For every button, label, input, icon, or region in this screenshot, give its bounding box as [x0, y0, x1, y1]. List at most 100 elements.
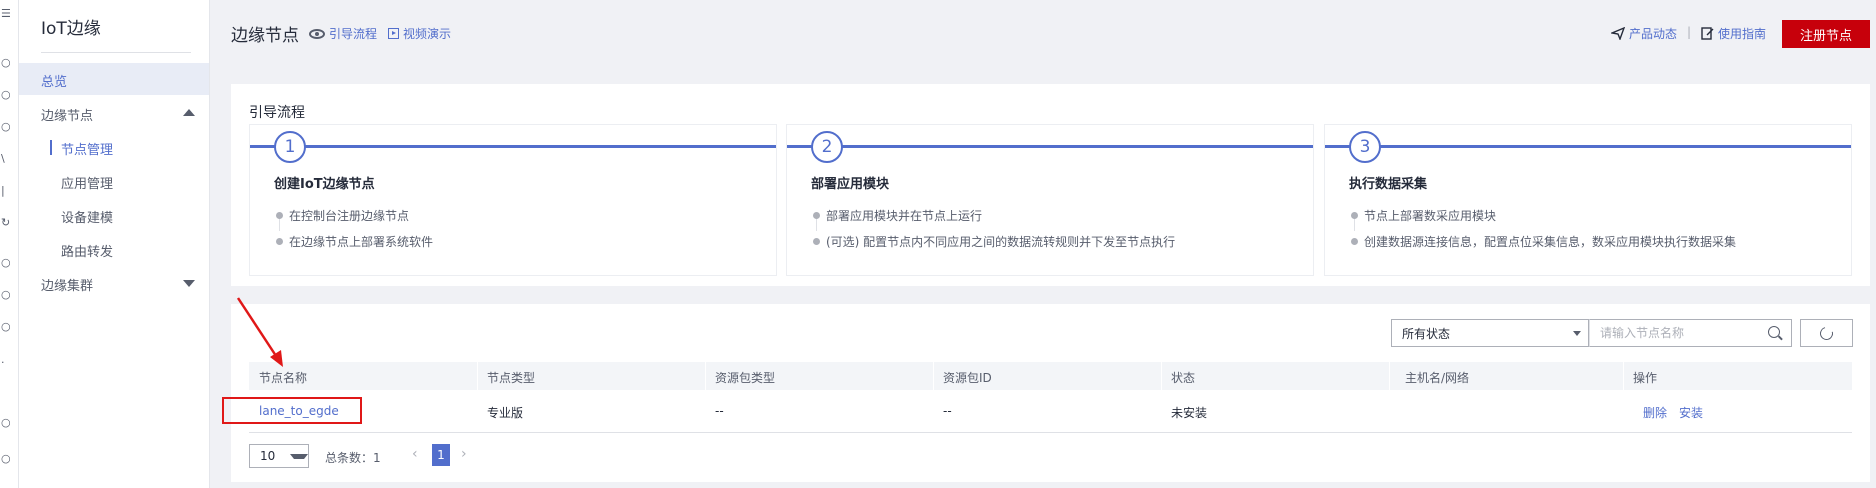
- bullet-dot: [276, 238, 283, 245]
- caret-down-icon: [290, 453, 308, 459]
- step-bullet: 创建数据源连接信息，配置点位采集信息，数采应用模块执行数据采集: [1351, 233, 1736, 250]
- product-news-label: 产品动态: [1629, 27, 1678, 41]
- total-count: 总条数：1: [325, 451, 381, 465]
- step-bullet-text: 在控制台注册边缘节点: [289, 209, 410, 223]
- guide-step-1: 1 创建IoT边缘节点 在控制台注册边缘节点 在边缘节点上部署系统软件: [249, 124, 777, 276]
- step-bullet: (可选) 配置节点内不同应用之间的数据流转规则并下发至节点执行: [813, 233, 1175, 250]
- step-progress-line: [787, 145, 1313, 148]
- eye-icon: [309, 28, 325, 39]
- step-bullet: 部署应用模块并在节点上运行: [813, 207, 982, 224]
- step-bullet-text: 节点上部署数采应用模块: [1364, 209, 1497, 223]
- step-progress-line: [250, 145, 776, 148]
- status-filter-select[interactable]: 所有状态: [1391, 319, 1589, 347]
- column-header-package-id: 资源包ID: [943, 371, 992, 385]
- rail-icon[interactable]: ○: [1, 121, 11, 132]
- icon-rail: ☰ ○ ○ ○ \ | ↻ ○ ○ ○ · ○ ○: [0, 0, 19, 488]
- bullet-dot: [1351, 212, 1358, 219]
- menu-icon[interactable]: ☰: [1, 8, 11, 19]
- column-divider: [1161, 362, 1162, 390]
- step-bullet-text: 创建数据源连接信息，配置点位采集信息，数采应用模块执行数据采集: [1364, 235, 1737, 249]
- rail-icon[interactable]: ○: [1, 417, 11, 428]
- status-filter-value: 所有状态: [1402, 326, 1451, 341]
- guide-panel-title: 引导流程: [249, 105, 305, 121]
- package-type-cell: --: [715, 404, 724, 418]
- usage-guide-label: 使用指南: [1718, 27, 1767, 41]
- sidebar-item-device-modeling[interactable]: 设备建模: [61, 207, 113, 226]
- page-title: 边缘节点: [231, 26, 299, 46]
- column-header-package-type: 资源包类型: [715, 371, 776, 385]
- step-title: 执行数据采集: [1349, 177, 1428, 192]
- step-bullet-text: 部署应用模块并在节点上运行: [826, 209, 983, 223]
- step-number: 3: [1349, 131, 1381, 163]
- step-title: 部署应用模块: [811, 177, 890, 192]
- rail-icon[interactable]: ○: [1, 257, 11, 268]
- column-header-status: 状态: [1171, 371, 1196, 385]
- node-type-cell: 专业版: [487, 406, 524, 420]
- guide-step-3: 3 执行数据采集 节点上部署数采应用模块 创建数据源连接信息，配置点位采集信息，…: [1324, 124, 1852, 276]
- status-cell: 未安装: [1171, 406, 1208, 420]
- page-size-select[interactable]: 10: [249, 444, 309, 468]
- delete-action-link[interactable]: 删除: [1643, 404, 1667, 421]
- sidebar-title: IoT边缘: [41, 19, 101, 39]
- install-action-link[interactable]: 安装: [1679, 404, 1703, 421]
- bullet-dot: [813, 212, 820, 219]
- rail-icon[interactable]: |: [1, 185, 5, 196]
- search-icon[interactable]: [1768, 326, 1780, 338]
- step-title: 创建IoT边缘节点: [274, 177, 375, 192]
- column-header-hostname: 主机名/网络: [1405, 371, 1470, 385]
- column-divider: [1389, 362, 1390, 390]
- rail-icon[interactable]: ↻: [1, 217, 10, 228]
- refresh-button[interactable]: [1800, 319, 1853, 347]
- step-number: 2: [811, 131, 843, 163]
- step-bullet: 在边缘节点上部署系统软件: [276, 233, 433, 250]
- rail-icon[interactable]: ·: [1, 357, 5, 368]
- page-1-button[interactable]: 1: [432, 444, 450, 466]
- active-indicator: [50, 140, 52, 155]
- video-link[interactable]: 视频演示: [388, 25, 451, 42]
- sidebar-item-routing[interactable]: 路由转发: [61, 241, 113, 260]
- annotation-arrow-icon: [236, 297, 283, 367]
- step-bullet: 在控制台注册边缘节点: [276, 207, 409, 224]
- caret-down-icon: [1573, 331, 1581, 336]
- edit-doc-icon: [1701, 27, 1714, 40]
- column-divider: [705, 362, 706, 390]
- prev-page-icon[interactable]: ‹: [412, 446, 418, 462]
- register-node-button[interactable]: 注册节点: [1782, 20, 1870, 48]
- step-bullet-text: 在边缘节点上部署系统软件: [289, 235, 434, 249]
- product-news-link[interactable]: 产品动态: [1611, 25, 1677, 42]
- rail-icon[interactable]: ○: [1, 453, 11, 464]
- column-divider: [933, 362, 934, 390]
- rail-icon[interactable]: ○: [1, 89, 11, 100]
- rail-icon[interactable]: ○: [1, 321, 11, 332]
- rail-icon[interactable]: \: [1, 153, 5, 164]
- sidebar-item-edge-nodes[interactable]: 边缘节点: [41, 105, 93, 124]
- bullet-dot: [1351, 238, 1358, 245]
- guide-step-2: 2 部署应用模块 部署应用模块并在节点上运行 (可选) 配置节点内不同应用之间的…: [786, 124, 1314, 276]
- sidebar-item-app-management[interactable]: 应用管理: [61, 173, 113, 192]
- sidebar-item-overview[interactable]: 总览: [41, 71, 67, 90]
- sidebar-item-node-management[interactable]: 节点管理: [61, 139, 113, 158]
- page-size-value: 10: [260, 449, 276, 463]
- sidebar-divider: [41, 52, 191, 53]
- paper-plane-icon: [1611, 27, 1625, 40]
- bullet-dot: [813, 238, 820, 245]
- rail-icon[interactable]: ○: [1, 289, 11, 300]
- video-link-label: 视频演示: [403, 27, 452, 41]
- annotation-highlight-box: [222, 397, 362, 424]
- rail-icon[interactable]: ○: [1, 57, 11, 68]
- column-divider: [477, 362, 478, 390]
- guide-link-label: 引导流程: [329, 27, 378, 41]
- node-search-input[interactable]: [1600, 325, 1760, 341]
- usage-guide-link[interactable]: 使用指南: [1701, 25, 1766, 42]
- refresh-icon: [1817, 324, 1836, 342]
- package-id-cell: --: [943, 404, 952, 418]
- sidebar-item-edge-clusters[interactable]: 边缘集群: [41, 275, 93, 294]
- guide-link[interactable]: 引导流程: [309, 25, 377, 42]
- next-page-icon[interactable]: ›: [461, 446, 467, 462]
- chevron-up-icon: [183, 109, 195, 116]
- sidebar: IoT边缘 总览 边缘节点 节点管理 应用管理 设备建模 路由转发 边缘集群: [19, 0, 210, 488]
- step-bullet-text: (可选) 配置节点内不同应用之间的数据流转规则并下发至节点执行: [826, 235, 1176, 249]
- column-divider: [1623, 362, 1624, 390]
- header-separator: |: [1687, 25, 1692, 39]
- column-header-node-type: 节点类型: [487, 371, 536, 385]
